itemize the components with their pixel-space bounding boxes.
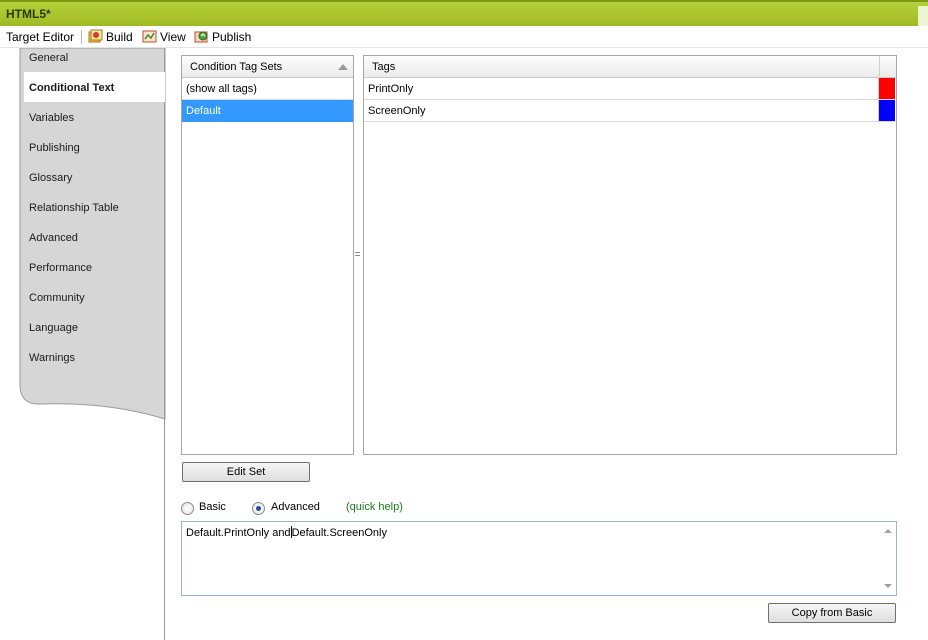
nav-item-general[interactable]: General bbox=[29, 50, 68, 66]
nav-item-publishing[interactable]: Publishing bbox=[29, 140, 80, 156]
title-bar-corner bbox=[918, 6, 928, 28]
tags-header[interactable]: Tags bbox=[364, 56, 896, 78]
toolbar: Target Editor Build View Publish bbox=[0, 26, 928, 48]
condition-tag-sets-header-label: Condition Tag Sets bbox=[190, 61, 283, 73]
edit-set-button[interactable]: Edit Set bbox=[182, 462, 310, 482]
column-separator bbox=[879, 56, 880, 78]
nav-item-performance[interactable]: Performance bbox=[29, 260, 92, 276]
window-title: HTML5* bbox=[6, 7, 51, 21]
build-label: Build bbox=[106, 30, 133, 44]
view-label: View bbox=[160, 30, 186, 44]
tag-set-label: (show all tags) bbox=[186, 83, 257, 95]
tag-row-screenonly[interactable]: ScreenOnly bbox=[364, 100, 896, 122]
scroll-up-icon[interactable] bbox=[884, 529, 892, 533]
toolbar-separator bbox=[81, 30, 82, 44]
nav-item-relationship-table[interactable]: Relationship Table bbox=[29, 200, 119, 216]
tag-row-printonly[interactable]: PrintOnly bbox=[364, 78, 896, 100]
tag-color-swatch[interactable] bbox=[879, 100, 895, 121]
condition-expression-textarea[interactable]: Default.PrintOnly andDefault.ScreenOnly bbox=[181, 521, 897, 596]
scroll-down-icon[interactable] bbox=[884, 584, 892, 588]
tag-label: PrintOnly bbox=[368, 83, 414, 95]
view-button[interactable]: View bbox=[142, 29, 186, 45]
tags-header-label: Tags bbox=[372, 61, 396, 73]
publish-button[interactable]: Publish bbox=[194, 29, 251, 45]
tag-set-row-show-all[interactable]: (show all tags) bbox=[182, 78, 353, 100]
view-icon bbox=[142, 30, 157, 43]
sort-ascending-icon bbox=[338, 64, 348, 70]
publish-icon bbox=[194, 31, 208, 43]
nav-item-advanced[interactable]: Advanced bbox=[29, 230, 78, 246]
settings-nav: General Conditional Text Variables Publi… bbox=[0, 48, 170, 640]
expression-text: Default.PrintOnly andDefault.ScreenOnly bbox=[186, 526, 387, 539]
nav-background bbox=[19, 48, 166, 640]
tags-list[interactable]: Tags PrintOnly ScreenOnly bbox=[363, 55, 897, 455]
tag-color-swatch[interactable] bbox=[879, 78, 895, 99]
copy-from-basic-button[interactable]: Copy from Basic bbox=[768, 603, 896, 623]
nav-item-glossary[interactable]: Glossary bbox=[29, 170, 72, 186]
nav-item-language[interactable]: Language bbox=[29, 320, 78, 336]
nav-item-conditional-text[interactable]: Conditional Text bbox=[29, 80, 114, 96]
tag-set-row-default[interactable]: Default bbox=[182, 100, 353, 122]
condition-tag-sets-header[interactable]: Condition Tag Sets bbox=[182, 56, 353, 78]
nav-item-variables[interactable]: Variables bbox=[29, 110, 74, 126]
basic-radio[interactable] bbox=[181, 502, 194, 515]
quick-help-link[interactable]: (quick help) bbox=[346, 501, 403, 513]
publish-label: Publish bbox=[212, 30, 252, 44]
nav-item-warnings[interactable]: Warnings bbox=[29, 350, 75, 366]
expression-before-caret: Default.PrintOnly and bbox=[186, 527, 291, 539]
vertical-scrollbar[interactable] bbox=[880, 522, 896, 595]
splitter-grip[interactable] bbox=[355, 250, 361, 260]
tag-set-label: Default bbox=[186, 105, 221, 117]
build-icon bbox=[88, 29, 103, 43]
expression-after-caret: Default.ScreenOnly bbox=[291, 527, 387, 539]
nav-item-community[interactable]: Community bbox=[29, 290, 85, 306]
basic-radio-label[interactable]: Basic bbox=[199, 501, 226, 513]
title-bar: HTML5* bbox=[0, 0, 928, 28]
advanced-radio[interactable] bbox=[252, 502, 265, 515]
build-button[interactable]: Build bbox=[88, 29, 133, 45]
tag-label: ScreenOnly bbox=[368, 105, 426, 117]
condition-tag-sets-list[interactable]: Condition Tag Sets (show all tags) Defau… bbox=[181, 55, 354, 455]
advanced-radio-label[interactable]: Advanced bbox=[271, 501, 320, 513]
target-editor-label: Target Editor bbox=[6, 30, 75, 44]
